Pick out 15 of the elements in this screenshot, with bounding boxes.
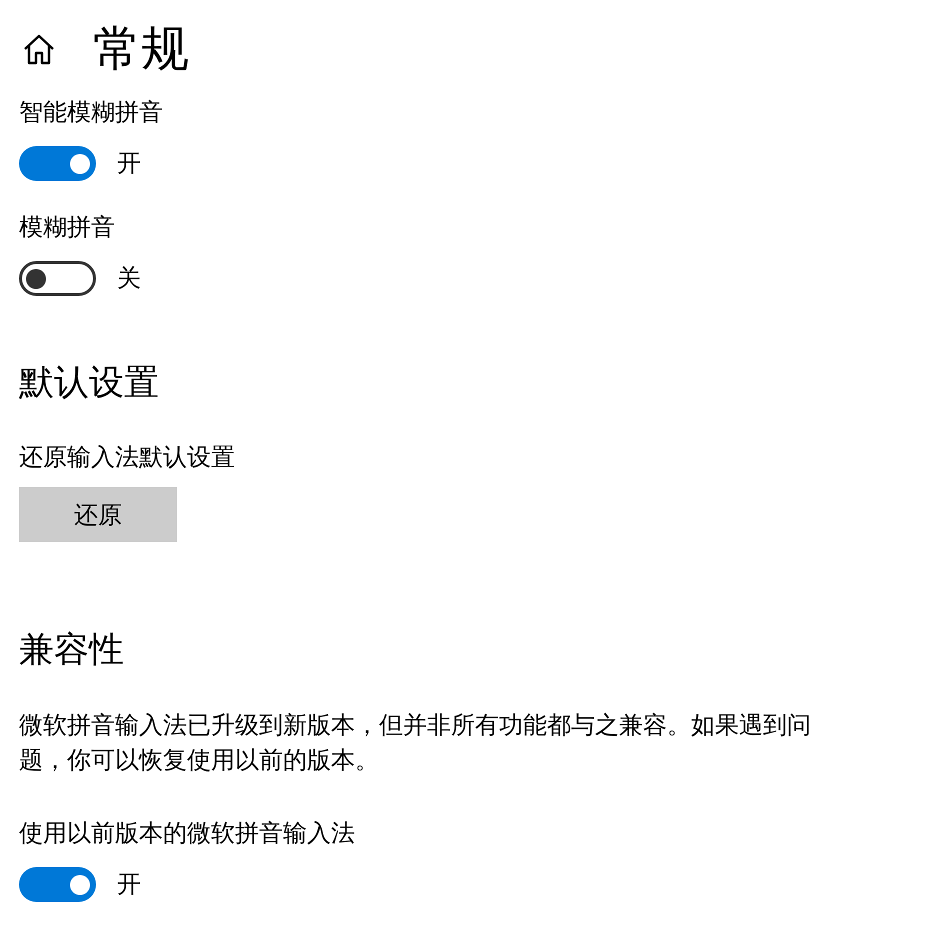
toggle-switch[interactable] bbox=[19, 146, 96, 181]
setting-label: 使用以前版本的微软拼音输入法 bbox=[19, 819, 356, 849]
toggle-state: 开 bbox=[117, 148, 141, 178]
toggle-state: 关 bbox=[117, 264, 141, 294]
description-text: 微软拼音输入法已升级到新版本，但并非所有功能都与之兼容。如果遇到问题，你可以恢复使用以前的版本。 bbox=[19, 711, 812, 776]
section-heading: 默认设置 bbox=[19, 362, 160, 404]
setting-label: 智能模糊拼音 bbox=[19, 98, 164, 128]
setting-label: 还原输入法默认设置 bbox=[19, 443, 236, 473]
toggle-switch[interactable] bbox=[19, 261, 96, 296]
setting-label: 模糊拼音 bbox=[19, 213, 116, 243]
page-title: 常规 bbox=[93, 22, 189, 78]
toggle-state: 开 bbox=[117, 870, 141, 900]
reset-button[interactable]: 还原 bbox=[19, 487, 177, 542]
toggle-switch[interactable] bbox=[19, 867, 96, 902]
section-heading: 兼容性 bbox=[19, 629, 125, 671]
